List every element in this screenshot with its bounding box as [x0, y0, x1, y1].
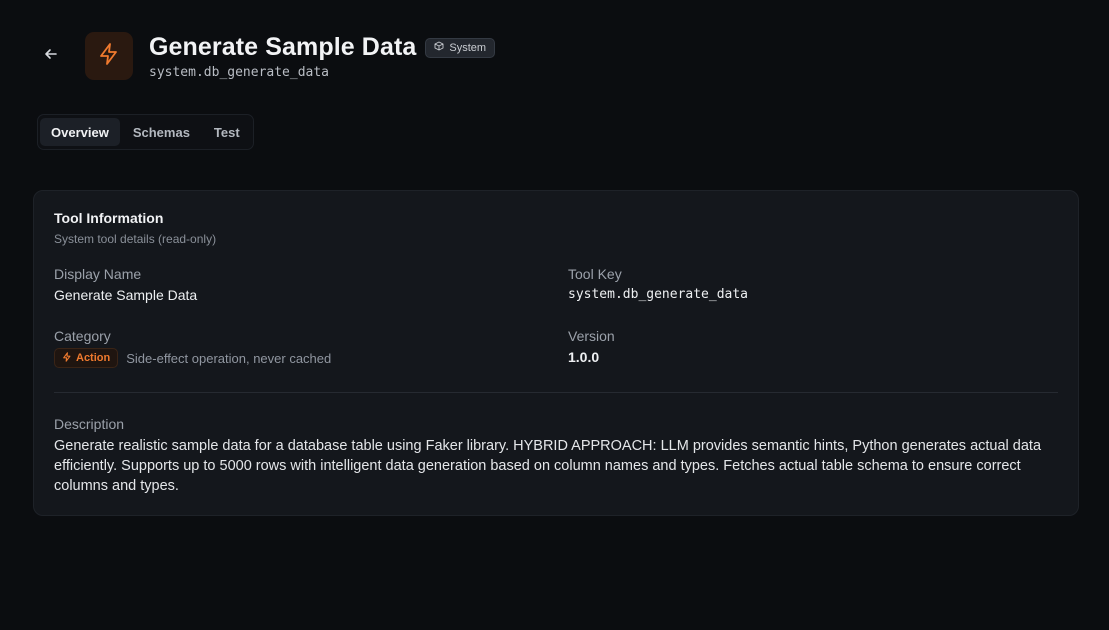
system-badge: System [425, 37, 496, 58]
action-badge: Action [54, 348, 119, 368]
action-badge-label: Action [76, 352, 111, 364]
tab-bar: Overview Schemas Test [37, 114, 254, 150]
tool-key-subtitle: system.db_generate_data [149, 65, 330, 80]
cube-icon [434, 41, 444, 54]
lightning-icon [97, 42, 121, 71]
version-label: Version [568, 328, 615, 344]
header: Generate Sample Data System system.db_ge… [149, 31, 496, 80]
tool-icon-tile [85, 32, 133, 80]
card-title: Tool Information [54, 210, 164, 226]
description-value: Generate realistic sample data for a dat… [54, 438, 1042, 494]
tab-schemas[interactable]: Schemas [122, 118, 201, 146]
display-name-value: Generate Sample Data [54, 287, 198, 303]
tool-information-card: Tool Information System tool details (re… [33, 190, 1079, 516]
card-subtitle: System tool details (read-only) [54, 232, 217, 246]
tab-overview[interactable]: Overview [40, 118, 120, 146]
category-label: Category [54, 328, 111, 344]
category-row: Action Side-effect operation, never cach… [54, 348, 331, 368]
page-title: Generate Sample Data [149, 33, 417, 61]
tab-test[interactable]: Test [203, 118, 251, 146]
arrow-left-icon [44, 47, 58, 66]
lightning-icon [62, 351, 72, 365]
tool-key-value: system.db_generate_data [568, 287, 749, 302]
description-label: Description [54, 416, 125, 432]
display-name-label: Display Name [54, 266, 142, 282]
version-value: 1.0.0 [568, 349, 600, 365]
back-button[interactable] [39, 44, 63, 68]
system-badge-label: System [449, 41, 487, 54]
tool-detail-page: Generate Sample Data System system.db_ge… [0, 0, 1109, 630]
divider [54, 392, 1058, 393]
tool-key-label: Tool Key [568, 266, 622, 282]
category-note: Side-effect operation, never cached [126, 350, 332, 366]
